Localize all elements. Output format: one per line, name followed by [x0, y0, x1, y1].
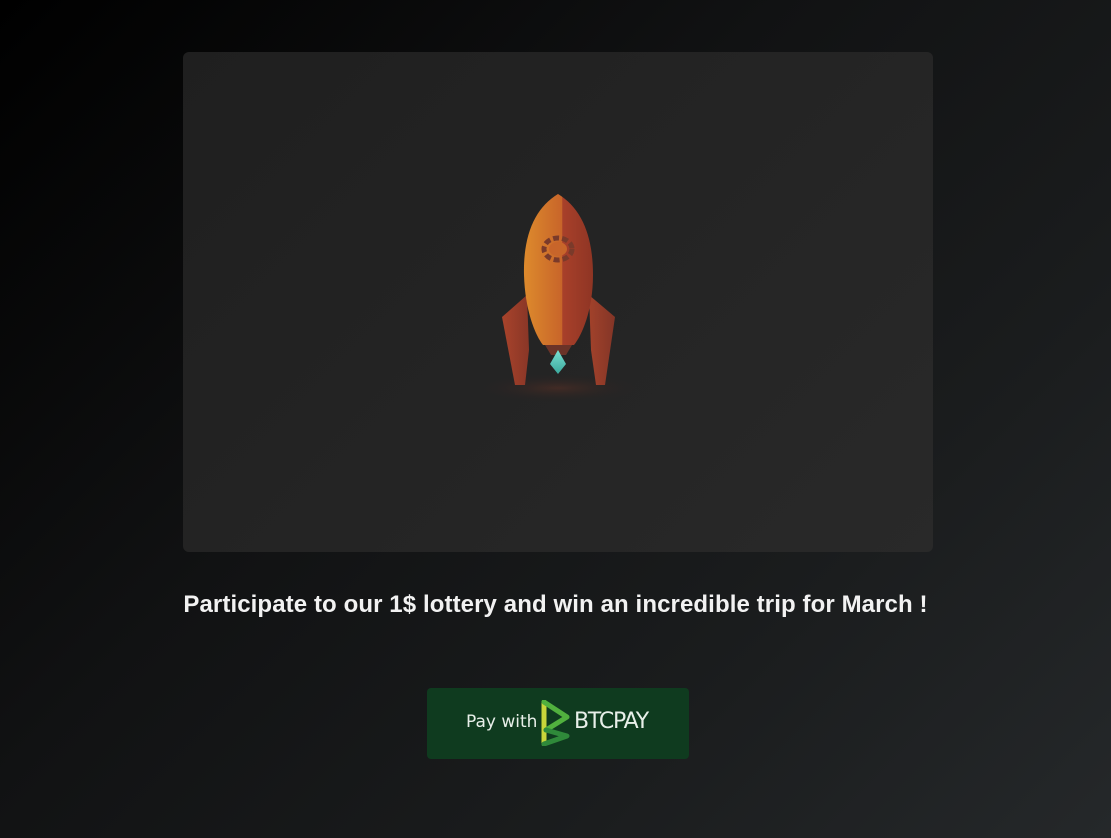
rocket-illustration	[478, 194, 638, 402]
btcpay-brand-text: BTCPAY	[574, 709, 649, 734]
pay-with-btcpay-button[interactable]: Pay with BTCPAY	[427, 688, 689, 759]
pay-with-label: Pay with	[466, 712, 538, 732]
lottery-headline: Participate to our 1$ lottery and win an…	[183, 591, 928, 618]
btcpay-logo-icon	[541, 700, 570, 746]
